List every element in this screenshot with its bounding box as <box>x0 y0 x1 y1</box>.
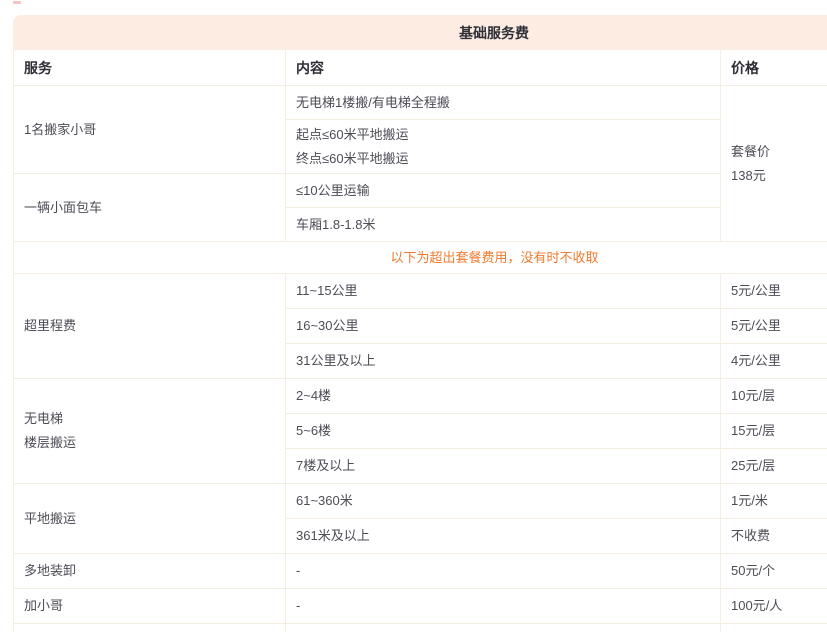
service-line: 无电梯 <box>24 407 285 431</box>
service-cell: 无电梯 楼层搬运 <box>14 379 286 484</box>
content-cell: 11~15公里 <box>286 274 721 309</box>
content-cell: 车厢1.8-1.8米 <box>286 208 721 242</box>
service-line: 楼层搬运 <box>24 431 285 455</box>
package-price-cell: 套餐价 138元 <box>721 86 827 242</box>
table-row: 超里程费 11~15公里 5元/公里 <box>14 274 827 309</box>
content-cell: 61~360米 <box>286 484 721 519</box>
package-price-label: 套餐价 <box>731 140 827 164</box>
table-title-band: 基础服务费 <box>13 15 827 50</box>
table-title: 基础服务费 <box>459 23 529 43</box>
content-cell: 361米及以上 <box>286 519 721 554</box>
notice-text: 以下为超出套餐费用，没有时不收取 <box>14 242 827 274</box>
price-cell: 5元/公里 <box>721 274 827 309</box>
price-cell: 10元/层 <box>721 379 827 414</box>
notice-row: 以下为超出套餐费用，没有时不收取 <box>14 242 827 274</box>
price-cell: 50元/个 <box>721 554 827 589</box>
pricing-page: 基础服务费 服务 内容 价格 1名搬家小哥 无电梯1楼搬/有电梯全程搬 套餐价 … <box>0 0 827 632</box>
column-header-row: 服务 内容 价格 <box>14 51 827 86</box>
price-cell: 15元/层 <box>721 414 827 449</box>
service-cell: 加小哥 <box>14 589 286 624</box>
col-header-price: 价格 <box>721 51 827 86</box>
content-line: 终点≤60米平地搬运 <box>296 147 720 171</box>
col-header-content: 内容 <box>286 51 721 86</box>
base-service-fee-panel: 基础服务费 服务 内容 价格 1名搬家小哥 无电梯1楼搬/有电梯全程搬 套餐价 … <box>13 15 827 632</box>
content-cell: ≤10公里运输 <box>286 174 721 208</box>
content-cell: 7楼及以上 <box>286 449 721 484</box>
table-row: 多地装卸 - 50元/个 <box>14 554 827 589</box>
top-edge-artifact <box>13 1 21 4</box>
package-price-value: 138元 <box>731 164 827 188</box>
service-cell: 超里程费 <box>14 274 286 379</box>
table-row: 加小哥 - 100元/人 <box>14 589 827 624</box>
content-cell: 2~4楼 <box>286 379 721 414</box>
table-row: 平地搬运 61~360米 1元/米 <box>14 484 827 519</box>
content-cell: - <box>286 589 721 624</box>
content-cell: - <box>286 554 721 589</box>
table-row: 无电梯 楼层搬运 2~4楼 10元/层 <box>14 379 827 414</box>
price-table: 服务 内容 价格 1名搬家小哥 无电梯1楼搬/有电梯全程搬 套餐价 138元 起… <box>13 50 827 632</box>
price-cell: 100元/人 <box>721 589 827 624</box>
content-cell: 31公里及以上 <box>286 344 721 379</box>
col-header-service: 服务 <box>14 51 286 86</box>
content-cell: 5~6楼 <box>286 414 721 449</box>
price-cell: 5元/公里 <box>721 309 827 344</box>
table-row <box>14 624 827 632</box>
service-cell: 一辆小面包车 <box>14 174 286 242</box>
price-cell <box>721 624 827 632</box>
service-cell: 1名搬家小哥 <box>14 86 286 174</box>
service-cell: 平地搬运 <box>14 484 286 554</box>
service-cell <box>14 624 286 632</box>
price-cell: 1元/米 <box>721 484 827 519</box>
table-row: 一辆小面包车 ≤10公里运输 <box>14 174 827 208</box>
content-cell: 起点≤60米平地搬运 终点≤60米平地搬运 <box>286 120 721 174</box>
content-cell <box>286 624 721 632</box>
price-cell: 不收费 <box>721 519 827 554</box>
content-line: 起点≤60米平地搬运 <box>296 123 720 147</box>
price-cell: 4元/公里 <box>721 344 827 379</box>
table-row: 1名搬家小哥 无电梯1楼搬/有电梯全程搬 套餐价 138元 <box>14 86 827 120</box>
price-cell: 25元/层 <box>721 449 827 484</box>
content-cell: 无电梯1楼搬/有电梯全程搬 <box>286 86 721 120</box>
service-cell: 多地装卸 <box>14 554 286 589</box>
content-cell: 16~30公里 <box>286 309 721 344</box>
